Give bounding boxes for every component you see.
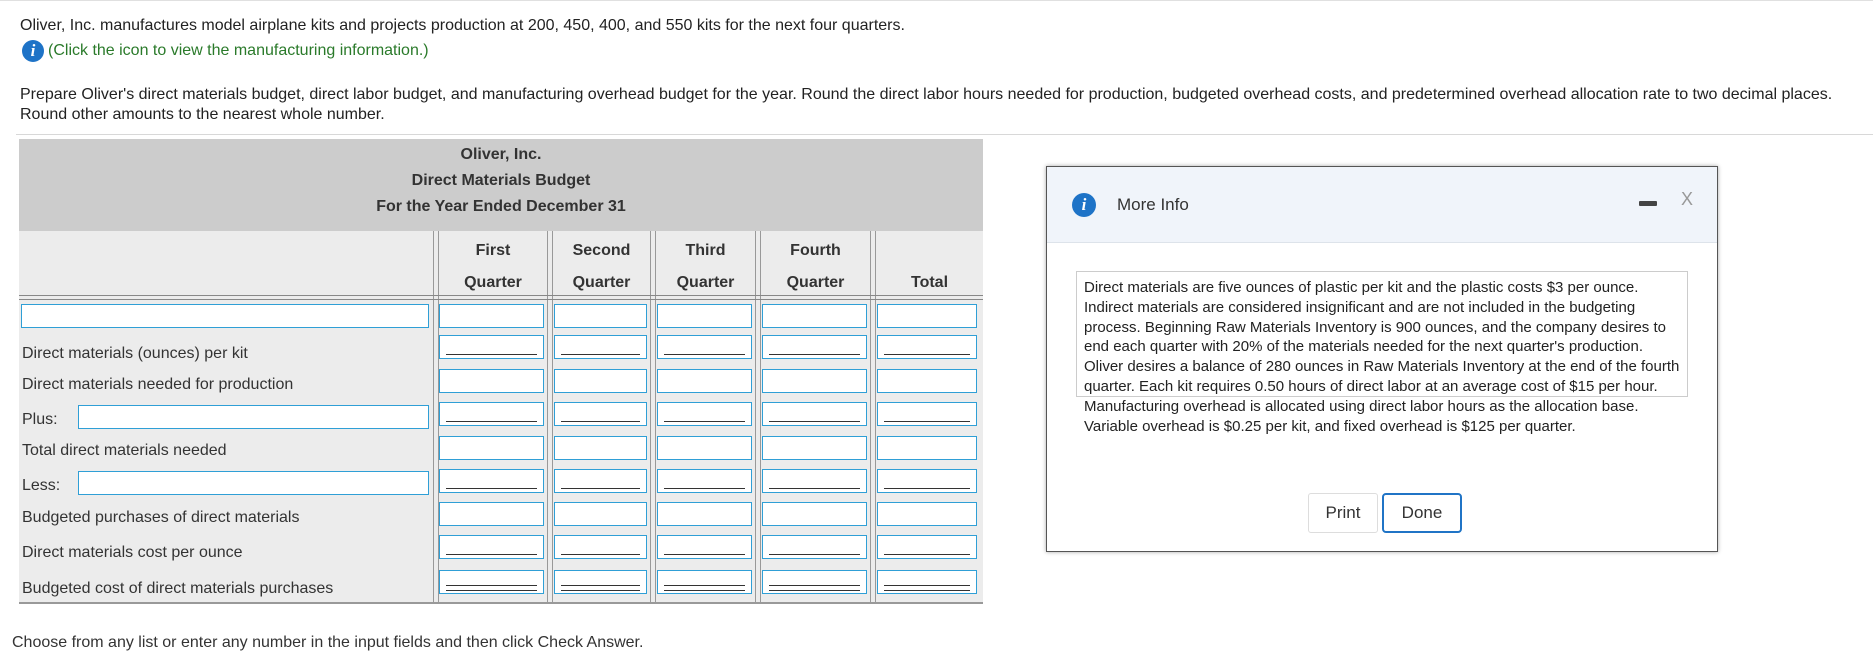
input-r3-q2[interactable] bbox=[554, 369, 647, 393]
minimize-icon[interactable] bbox=[1639, 201, 1657, 206]
col-header-q1-top: First bbox=[475, 242, 511, 259]
budget-period: For the Year Ended December 31 bbox=[376, 198, 626, 215]
input-r3-total[interactable] bbox=[877, 369, 977, 393]
dialog-header: i More Info X bbox=[1047, 167, 1717, 243]
input-r7-q2[interactable] bbox=[554, 502, 647, 526]
input-r5-q2[interactable] bbox=[554, 436, 647, 460]
input-r9-q4[interactable] bbox=[762, 570, 867, 594]
section-divider bbox=[16, 134, 1873, 135]
row1-label-input[interactable] bbox=[21, 304, 429, 328]
row-label-cost-per-ounce: Direct materials cost per ounce bbox=[22, 544, 243, 561]
input-r9-total[interactable] bbox=[877, 570, 977, 594]
input-r7-q1[interactable] bbox=[439, 502, 544, 526]
input-r1-q4[interactable] bbox=[762, 304, 867, 328]
instructions: Prepare Oliver's direct materials budget… bbox=[20, 86, 1833, 123]
input-r3-q1[interactable] bbox=[439, 369, 544, 393]
input-r8-total[interactable] bbox=[877, 535, 977, 559]
input-r4-q3[interactable] bbox=[657, 402, 752, 426]
input-r1-q1[interactable] bbox=[439, 304, 544, 328]
row-label-less: Less: bbox=[22, 477, 61, 494]
input-r8-q3[interactable] bbox=[657, 535, 752, 559]
input-r7-q4[interactable] bbox=[762, 502, 867, 526]
info-icon: i bbox=[1072, 193, 1096, 217]
input-r2-total[interactable] bbox=[877, 335, 977, 359]
company-name: Oliver, Inc. bbox=[460, 146, 542, 163]
input-r6-q1[interactable] bbox=[439, 469, 544, 493]
info-row[interactable]: i (Click the icon to view the manufactur… bbox=[22, 40, 429, 62]
row-label-budgeted-purchases: Budgeted purchases of direct materials bbox=[22, 509, 300, 526]
input-r7-q3[interactable] bbox=[657, 502, 752, 526]
input-r1-total[interactable] bbox=[877, 304, 977, 328]
footer-hint: Choose from any list or enter any number… bbox=[12, 634, 644, 651]
less-label-input[interactable] bbox=[78, 471, 429, 495]
info-link[interactable]: (Click the icon to view the manufacturin… bbox=[48, 42, 429, 60]
input-r9-q3[interactable] bbox=[657, 570, 752, 594]
info-icon[interactable]: i bbox=[22, 40, 44, 62]
plus-label-input[interactable] bbox=[78, 405, 429, 429]
row-label-budgeted-cost: Budgeted cost of direct materials purcha… bbox=[22, 580, 334, 597]
col-header-q2-top: Second bbox=[572, 242, 631, 259]
row-label-plus: Plus: bbox=[22, 411, 58, 428]
col-header-q4-top: Fourth bbox=[790, 242, 841, 259]
input-r4-q2[interactable] bbox=[554, 402, 647, 426]
input-r5-q3[interactable] bbox=[657, 436, 752, 460]
problem-statement: Oliver, Inc. manufactures model airplane… bbox=[20, 17, 905, 34]
direct-materials-budget-table: Oliver, Inc. Direct Materials Budget For… bbox=[19, 139, 983, 604]
input-r4-q1[interactable] bbox=[439, 402, 544, 426]
input-r6-q4[interactable] bbox=[762, 469, 867, 493]
input-r1-q3[interactable] bbox=[657, 304, 752, 328]
row-label-materials-needed: Direct materials needed for production bbox=[22, 376, 294, 393]
col-header-total: Total bbox=[910, 274, 949, 291]
input-r5-q4[interactable] bbox=[762, 436, 867, 460]
col-header-q3-bottom: Quarter bbox=[676, 274, 735, 291]
input-r9-q1[interactable] bbox=[439, 570, 544, 594]
row-label-total-needed: Total direct materials needed bbox=[22, 442, 227, 459]
col-header-q2-bottom: Quarter bbox=[572, 274, 631, 291]
col-header-q4-bottom: Quarter bbox=[786, 274, 845, 291]
input-r2-q3[interactable] bbox=[657, 335, 752, 359]
input-r8-q1[interactable] bbox=[439, 535, 544, 559]
done-button[interactable]: Done bbox=[1382, 493, 1462, 533]
header-rule bbox=[19, 295, 983, 300]
table-bottom-rule bbox=[19, 602, 983, 604]
input-r6-total[interactable] bbox=[877, 469, 977, 493]
input-r2-q1[interactable] bbox=[439, 335, 544, 359]
input-r6-q2[interactable] bbox=[554, 469, 647, 493]
input-r2-q2[interactable] bbox=[554, 335, 647, 359]
col-header-q3-top: Third bbox=[685, 242, 726, 259]
input-r9-q2[interactable] bbox=[554, 570, 647, 594]
input-r1-q2[interactable] bbox=[554, 304, 647, 328]
row-label-ounces-per-kit: Direct materials (ounces) per kit bbox=[22, 345, 248, 362]
budget-title: Direct Materials Budget bbox=[411, 172, 591, 189]
top-divider bbox=[0, 0, 1873, 4]
input-r4-total[interactable] bbox=[877, 402, 977, 426]
input-r4-q4[interactable] bbox=[762, 402, 867, 426]
input-r8-q2[interactable] bbox=[554, 535, 647, 559]
input-r5-total[interactable] bbox=[877, 436, 977, 460]
table-title-block: Oliver, Inc. Direct Materials Budget For… bbox=[19, 139, 983, 231]
dialog-title: More Info bbox=[1117, 195, 1189, 214]
col-header-q1-bottom: Quarter bbox=[464, 274, 522, 291]
print-button[interactable]: Print bbox=[1308, 493, 1378, 533]
manufacturing-info-text: Direct materials are five ounces of plas… bbox=[1076, 271, 1688, 435]
input-r5-q1[interactable] bbox=[439, 436, 544, 460]
close-button[interactable]: X bbox=[1681, 189, 1693, 210]
input-r6-q3[interactable] bbox=[657, 469, 752, 493]
more-info-dialog: i More Info X Direct materials are five … bbox=[1046, 166, 1718, 552]
input-r3-q4[interactable] bbox=[762, 369, 867, 393]
input-r7-total[interactable] bbox=[877, 502, 977, 526]
input-r8-q4[interactable] bbox=[762, 535, 867, 559]
input-r2-q4[interactable] bbox=[762, 335, 867, 359]
input-r3-q3[interactable] bbox=[657, 369, 752, 393]
